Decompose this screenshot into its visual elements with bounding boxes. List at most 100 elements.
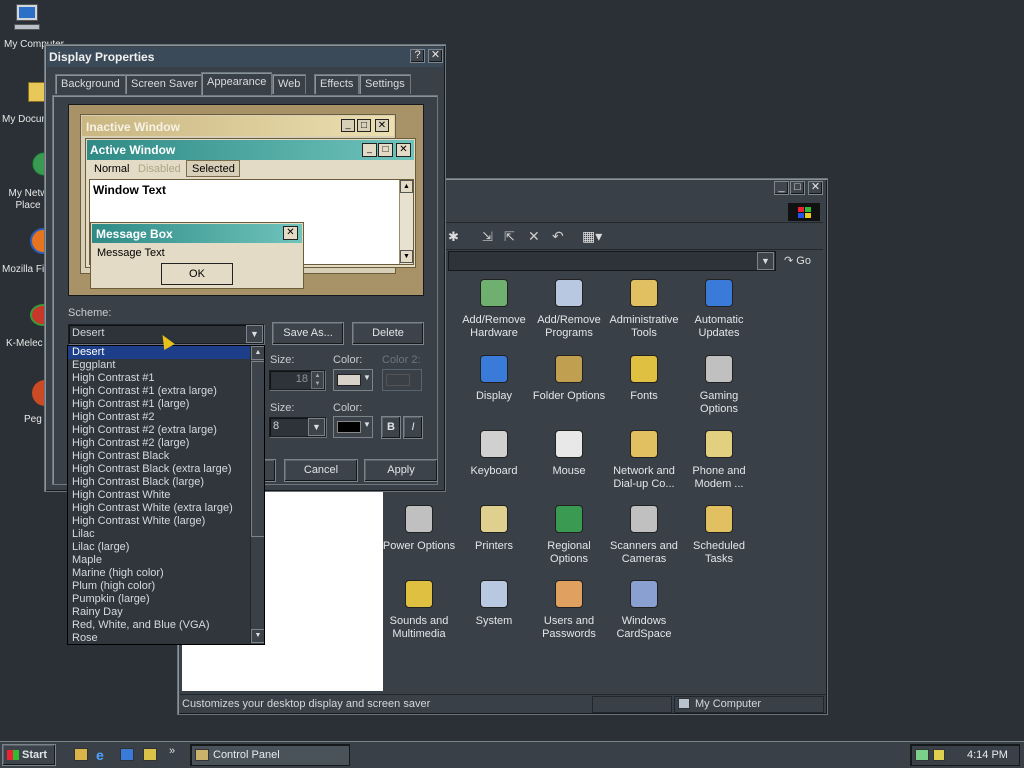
font-size-dropdown-button[interactable]: ▼ (308, 418, 325, 436)
quicklaunch-more-icon[interactable]: » (169, 745, 175, 757)
cp-item-folder-options[interactable]: Folder Options (530, 352, 608, 403)
clock[interactable]: 4:14 PM (967, 749, 1008, 761)
scheme-option[interactable]: High Contrast White (extra large) (68, 502, 250, 515)
cp-item-tasks[interactable]: Scheduled Tasks (680, 502, 758, 566)
scheme-option[interactable]: Plum (high color) (68, 580, 250, 593)
scheme-option[interactable]: Rainy Day (68, 606, 250, 619)
cp-item-programs[interactable]: Add/Remove Programs (530, 276, 608, 340)
network-tray-icon[interactable] (915, 749, 929, 761)
scheme-option[interactable]: High Contrast #1 (large) (68, 398, 250, 411)
italic-button[interactable]: I (403, 416, 423, 439)
tab-effects[interactable]: Effects (314, 74, 360, 94)
cp-item-users[interactable]: Users and Passwords (530, 577, 608, 641)
scheme-option[interactable]: Desert (68, 346, 250, 359)
scheme-option[interactable]: High Contrast #2 (extra large) (68, 424, 250, 437)
delete-icon[interactable]: ✕ (528, 228, 540, 245)
apply-button[interactable]: Apply (364, 459, 438, 482)
admin-tools-icon (627, 276, 661, 310)
cp-item-admin-tools[interactable]: Administrative Tools (605, 276, 683, 340)
status-bar: Customizes your desktop display and scre… (180, 694, 827, 714)
address-dropdown-button[interactable]: ▼ (757, 252, 774, 270)
scheme-option[interactable]: Lilac (large) (68, 541, 250, 554)
maximize-button[interactable]: □ (790, 181, 805, 195)
bold-button[interactable]: B (381, 416, 401, 439)
cp-item-cardspace[interactable]: Windows CardSpace (605, 577, 683, 641)
views-icon[interactable]: ▦▾ (582, 228, 602, 245)
move-to-icon[interactable]: ⇲ (482, 229, 493, 245)
quicklaunch-desktop-icon[interactable] (74, 748, 88, 761)
cp-item-mouse[interactable]: Mouse (530, 427, 608, 478)
cp-item-updates[interactable]: Automatic Updates (680, 276, 758, 340)
tab-settings[interactable]: Settings (359, 74, 411, 94)
quicklaunch-ie-icon[interactable]: e (96, 747, 104, 763)
minimize-button[interactable]: _ (774, 181, 789, 195)
undo-icon[interactable]: ↶ (552, 228, 564, 245)
cp-item-fonts[interactable]: Fonts (605, 352, 683, 403)
cp-item-scanner[interactable]: Scanners and Cameras (605, 502, 683, 566)
scheme-option[interactable]: High Contrast #2 (68, 411, 250, 424)
scroll-thumb[interactable] (251, 361, 264, 537)
scheme-option[interactable]: High Contrast White (68, 489, 250, 502)
cp-item-keyboard[interactable]: Keyboard (455, 427, 533, 478)
spinner-arrows-icon[interactable]: ▲ ▼ (311, 371, 324, 389)
scheme-option[interactable]: Lilac (68, 528, 250, 541)
cp-item-display[interactable]: Display (455, 352, 533, 403)
address-bar[interactable] (448, 251, 776, 271)
scheme-option[interactable]: High Contrast #2 (large) (68, 437, 250, 450)
start-button[interactable]: Start (2, 744, 56, 766)
help-button[interactable]: ? (410, 49, 425, 63)
scheme-option[interactable]: High Contrast Black (extra large) (68, 463, 250, 476)
cp-item-label: Add/Remove Hardware (462, 314, 526, 339)
tab-background[interactable]: Background (55, 74, 126, 94)
taskbar-task-control-panel[interactable]: Control Panel (190, 744, 350, 766)
scheme-option[interactable]: Marine (high color) (68, 567, 250, 580)
cp-item-hardware[interactable]: Add/Remove Hardware (455, 276, 533, 340)
printers-icon (477, 502, 511, 536)
scheme-option[interactable]: High Contrast Black (68, 450, 250, 463)
cp-item-gaming[interactable]: Gaming Options (680, 352, 758, 416)
scheme-option[interactable]: Pumpkin (large) (68, 593, 250, 606)
scroll-down-icon[interactable]: ▼ (251, 629, 264, 643)
tab-appearance[interactable]: Appearance (201, 72, 273, 95)
desktop-icon-my-computer[interactable]: My Computer (0, 2, 64, 50)
scroll-up-icon[interactable]: ▲ (251, 346, 264, 360)
cp-item-globe[interactable]: Regional Options (530, 502, 608, 566)
preview-message-box[interactable]: Message Box ✕ Message Text OK (90, 222, 304, 289)
scheme-option[interactable]: High Contrast Black (large) (68, 476, 250, 489)
save-as-button[interactable]: Save As... (272, 322, 344, 345)
quicklaunch-explorer-icon[interactable] (143, 748, 157, 761)
cp-item-label: Display (475, 390, 513, 402)
font-color-button[interactable]: ▼ (333, 416, 373, 438)
scheme-dropdown-button[interactable]: ▼ (246, 325, 263, 343)
folder-options-icon (552, 352, 586, 386)
tab-screen-saver[interactable]: Screen Saver (125, 74, 204, 94)
cp-item-power[interactable]: Power Options (380, 502, 458, 553)
pegasus-icon (10, 376, 58, 408)
go-button[interactable]: ↷ Go (780, 251, 820, 271)
scheme-dropdown-list[interactable]: Desert Eggplant High Contrast #1 High Contr… (67, 345, 265, 645)
search-icon[interactable]: ✱ (448, 229, 459, 245)
cp-item-sound[interactable]: Sounds and Multimedia (380, 577, 458, 641)
scheme-option[interactable]: High Contrast #1 (extra large) (68, 385, 250, 398)
scheme-option[interactable]: High Contrast White (large) (68, 515, 250, 528)
dropdown-scrollbar[interactable]: ▲ ▼ (250, 346, 264, 644)
copy-to-icon[interactable]: ⇱ (504, 229, 515, 245)
cp-item-network[interactable]: Network and Dial-up Co... (605, 427, 683, 491)
quicklaunch-outlook-icon[interactable] (120, 748, 134, 761)
tab-web[interactable]: Web (272, 74, 307, 94)
cp-item-system[interactable]: System (455, 577, 533, 628)
scheme-option[interactable]: Rose (68, 632, 250, 644)
scheme-option[interactable]: Eggplant (68, 359, 250, 372)
close-button[interactable]: ✕ (808, 181, 823, 195)
cp-item-phone[interactable]: Phone and Modem ... (680, 427, 758, 491)
scheme-option[interactable]: Red, White, and Blue (VGA) (68, 619, 250, 632)
scheme-option[interactable]: High Contrast #1 (68, 372, 250, 385)
cancel-button[interactable]: Cancel (284, 459, 358, 482)
delete-button[interactable]: Delete (352, 322, 424, 345)
volume-tray-icon[interactable] (933, 749, 945, 761)
item-color2-label: Color 2: (382, 354, 421, 366)
cp-item-printers[interactable]: Printers (455, 502, 533, 553)
item-color-button[interactable]: ▼ (333, 369, 373, 391)
scheme-option[interactable]: Maple (68, 554, 250, 567)
dialog-close-button[interactable]: ✕ (428, 49, 443, 63)
